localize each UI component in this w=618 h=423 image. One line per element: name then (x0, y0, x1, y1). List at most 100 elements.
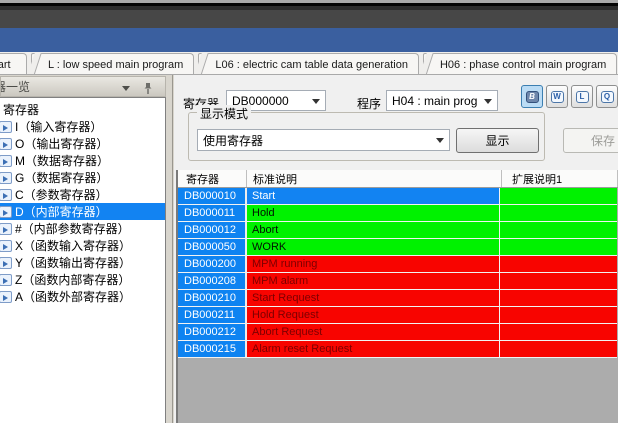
register-cell[interactable]: DB000215 (178, 341, 247, 358)
register-cell[interactable]: DB000208 (178, 273, 247, 290)
table-row[interactable]: DB000012 Abort (178, 222, 618, 239)
table-row[interactable]: DB000211 Hold Request (178, 307, 618, 324)
register-type-icon (0, 138, 12, 150)
tab-label: H06 : phase control main program (434, 59, 606, 71)
extended-description-cell[interactable] (500, 290, 617, 307)
table-header-row: 寄存器 标准说明 扩展说明1 (178, 170, 618, 188)
tree-item-function-input-registers[interactable]: X（函数输入寄存器） (0, 237, 165, 254)
tab-label: Start (0, 59, 11, 71)
table-row[interactable]: DB000050 WORK (178, 239, 618, 256)
program-combo-value: H04 : main prog (392, 94, 477, 108)
register-type-icon (0, 223, 12, 235)
format-bit-button[interactable]: B (521, 85, 543, 108)
register-table: 寄存器 标准说明 扩展说明1 DB000010 Start DB000011 H… (176, 170, 618, 423)
tree-item-internal-parameter-registers[interactable]: #（内部参数寄存器） (0, 220, 165, 237)
description-cell[interactable]: Alarm reset Request (247, 341, 500, 358)
tab-start[interactable]: Start (0, 53, 27, 75)
chevron-down-icon (122, 86, 130, 91)
register-tree: 寄存器 I（输入寄存器） O（输出寄存器） M（数据寄存器） G（数据寄存器） … (0, 97, 166, 423)
table-row[interactable]: DB000215 Alarm reset Request (178, 341, 618, 358)
register-type-icon (0, 291, 12, 303)
description-cell[interactable]: Abort Request (247, 324, 500, 341)
table-row[interactable]: DB000208 MPM alarm (178, 273, 618, 290)
table-row[interactable]: DB000212 Abort Request (178, 324, 618, 341)
table-row[interactable]: DB000011 Hold (178, 205, 618, 222)
description-cell[interactable]: MPM alarm (247, 273, 500, 290)
register-cell[interactable]: DB000011 (178, 205, 247, 222)
description-cell[interactable]: Abort (247, 222, 500, 239)
tree-item-label: A（函数外部寄存器） (15, 288, 131, 305)
tree-item-label: M（数据寄存器） (15, 152, 109, 169)
extended-description-cell[interactable] (500, 256, 617, 273)
tab-phase-control-main-program[interactable]: H06 : phase control main program (423, 53, 617, 75)
tab-low-speed-main-program[interactable]: L : low speed main program (31, 53, 194, 75)
table-row[interactable]: DB000200 MPM running (178, 256, 618, 273)
description-cell[interactable]: Hold (247, 205, 500, 222)
register-cell[interactable]: DB000012 (178, 222, 247, 239)
register-cell[interactable]: DB000200 (178, 256, 247, 273)
register-type-icon (0, 121, 12, 133)
register-type-icon (0, 274, 12, 286)
extended-description-cell[interactable] (500, 307, 617, 324)
show-button[interactable]: 显示 (456, 128, 539, 153)
extended-description-cell[interactable] (500, 273, 617, 290)
tree-item-output-registers[interactable]: O（输出寄存器） (0, 135, 165, 152)
tab-label: L : low speed main program (42, 59, 183, 71)
tree-item-function-external-registers[interactable]: A（函数外部寄存器） (0, 288, 165, 305)
extended-description-cell[interactable] (500, 222, 617, 239)
pane-title: 寄存器一览 (0, 78, 30, 95)
pane-splitter[interactable] (168, 75, 173, 423)
extended-description-cell[interactable] (500, 324, 617, 341)
description-cell[interactable]: MPM running (247, 256, 500, 273)
table-row[interactable]: DB000010 Start (178, 188, 618, 205)
program-combo[interactable]: H04 : main prog (386, 90, 498, 111)
format-quad-button[interactable]: Q (596, 85, 618, 108)
display-mode-combo[interactable]: 使用寄存器 (197, 129, 450, 151)
long-format-icon: L (576, 91, 589, 103)
description-cell[interactable]: Hold Request (247, 307, 500, 324)
word-format-icon: W (551, 91, 564, 103)
register-cell[interactable]: DB000211 (178, 307, 247, 324)
table-row[interactable]: DB000210 Start Request (178, 290, 618, 307)
tree-item-m-data-registers[interactable]: M（数据寄存器） (0, 152, 165, 169)
save-button[interactable]: 保存 (563, 128, 618, 153)
register-cell[interactable]: DB000050 (178, 239, 247, 256)
tree-item-registers-root[interactable]: 寄存器 (0, 101, 165, 118)
description-cell[interactable]: Start (247, 188, 500, 205)
register-type-icon (0, 240, 12, 252)
tab-electric-cam-table[interactable]: L06 : electric cam table data generation (198, 53, 419, 75)
tree-item-label: Z（函数内部寄存器） (15, 271, 130, 288)
mpe720-register-list-window: { "tabs": [ { "label": "Start" }, { "lab… (0, 0, 618, 423)
format-long-button[interactable]: L (571, 85, 593, 108)
register-cell[interactable]: DB000210 (178, 290, 247, 307)
pane-pin-button[interactable] (141, 82, 155, 94)
show-button-label: 显示 (485, 132, 509, 149)
tree-item-c-parameter-registers[interactable]: C（参数寄存器） (0, 186, 165, 203)
chevron-down-icon (312, 99, 320, 104)
tree-item-function-internal-registers[interactable]: Z（函数内部寄存器） (0, 271, 165, 288)
column-header-extended-description[interactable]: 扩展说明1 (502, 170, 618, 187)
extended-description-cell[interactable] (500, 239, 617, 256)
description-cell[interactable]: Start Request (247, 290, 500, 307)
ribbon-band (0, 28, 618, 52)
extended-description-cell[interactable] (500, 205, 617, 222)
pane-header[interactable]: 寄存器一览 (0, 76, 166, 97)
column-header-register[interactable]: 寄存器 (178, 170, 247, 187)
register-cell[interactable]: DB000010 (178, 188, 247, 205)
format-word-button[interactable]: W (546, 85, 568, 108)
register-type-icon (0, 257, 12, 269)
pane-menu-button[interactable] (119, 82, 133, 94)
tree-item-g-data-registers[interactable]: G（数据寄存器） (0, 169, 165, 186)
pin-icon (143, 82, 153, 95)
tree-item-input-registers[interactable]: I（输入寄存器） (0, 118, 165, 135)
description-cell[interactable]: WORK (247, 239, 500, 256)
register-type-icon (0, 189, 12, 201)
register-cell[interactable]: DB000212 (178, 324, 247, 341)
extended-description-cell[interactable] (500, 188, 617, 205)
tree-item-d-internal-registers[interactable]: D（内部寄存器） (0, 203, 165, 220)
column-header-standard-description[interactable]: 标准说明 (247, 170, 502, 187)
program-combo-label: 程序 (357, 95, 381, 112)
register-list-pane: 寄存器一览 寄存器 I（输入寄存器） O（输出寄存器） M（数据寄存器） G（数… (0, 75, 168, 423)
extended-description-cell[interactable] (500, 341, 617, 358)
tree-item-function-output-registers[interactable]: Y（函数输出寄存器） (0, 254, 165, 271)
